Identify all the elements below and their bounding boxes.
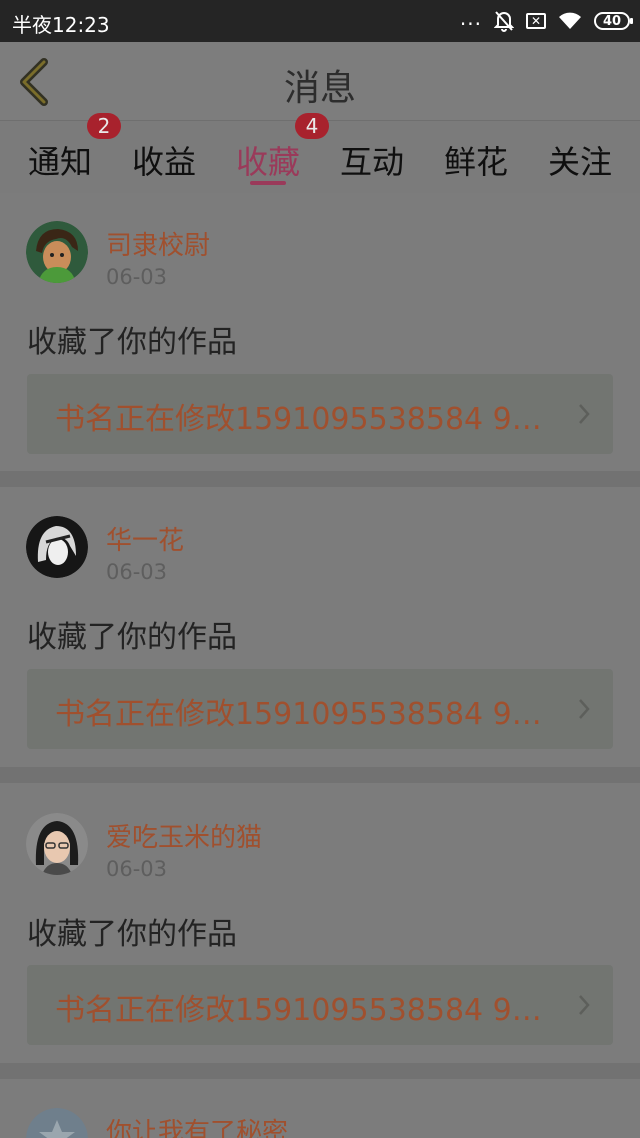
message-text: 收藏了你的作品: [27, 325, 237, 360]
username[interactable]: 华一花: [106, 520, 184, 557]
page-title: 消息: [283, 68, 356, 109]
status-time: 半夜12:23: [12, 13, 110, 37]
status-bar: 半夜12:23 ... ✕ 40: [0, 0, 640, 42]
message-date: 06-03: [106, 857, 168, 881]
divider: [0, 767, 640, 783]
chevron-right-icon: [579, 404, 590, 424]
divider: [0, 1063, 640, 1079]
message-card: 你让我有了秘密: [0, 1079, 640, 1138]
book-link[interactable]: 书名正在修改1591095538584 9…: [27, 965, 613, 1045]
tab-notifications[interactable]: 通知: [8, 137, 112, 183]
avatar[interactable]: [26, 516, 88, 578]
message-text: 收藏了你的作品: [27, 620, 237, 655]
tab-label: 收益: [131, 143, 196, 181]
book-link[interactable]: 书名正在修改1591095538584 9…: [27, 669, 613, 749]
message-date: 06-03: [106, 265, 168, 289]
tab-favorites[interactable]: 收藏: [216, 137, 320, 183]
tab-notifications-badge: 2: [87, 113, 121, 139]
more-dots-icon: ...: [459, 6, 482, 30]
book-title: 书名正在修改1591095538584 9…: [55, 697, 542, 732]
username[interactable]: 司隶校尉: [106, 225, 210, 262]
tab-follows[interactable]: 关注: [528, 137, 632, 183]
chevron-right-icon: [579, 699, 590, 719]
avatar[interactable]: [26, 813, 88, 875]
avatar[interactable]: [26, 221, 88, 283]
tab-bar: 通知 2 收益 收藏 4 互动 鲜花 关注: [0, 113, 640, 193]
message-date: 06-03: [106, 560, 168, 584]
username[interactable]: 你让我有了秘密: [106, 1112, 288, 1138]
status-icons: ... ✕ 40: [459, 0, 633, 42]
message-text: 收藏了你的作品: [27, 917, 237, 952]
active-tab-indicator: [250, 181, 286, 185]
chevron-right-icon: [579, 995, 590, 1015]
message-card: 司隶校尉 06-03 收藏了你的作品 书名正在修改1591095538584 9…: [0, 193, 640, 471]
sim-icon: ✕: [526, 13, 546, 29]
wifi-icon: [559, 12, 581, 29]
header: 消息: [0, 42, 640, 121]
tab-label: 收藏: [235, 143, 300, 181]
book-link[interactable]: 书名正在修改1591095538584 9…: [27, 374, 613, 454]
tab-label: 通知: [27, 143, 92, 181]
book-title: 书名正在修改1591095538584 9…: [55, 402, 542, 437]
message-card: 华一花 06-03 收藏了你的作品 书名正在修改1591095538584 9…: [0, 487, 640, 767]
tab-label: 鲜花: [443, 143, 508, 181]
tab-favorites-badge: 4: [295, 113, 329, 139]
message-card: 爱吃玉米的猫 06-03 收藏了你的作品 书名正在修改1591095538584…: [0, 783, 640, 1063]
book-title: 书名正在修改1591095538584 9…: [55, 993, 542, 1028]
username[interactable]: 爱吃玉米的猫: [106, 817, 262, 854]
divider: [0, 471, 640, 487]
bell-muted-icon: [494, 11, 514, 32]
tab-interactions[interactable]: 互动: [320, 137, 424, 183]
avatar[interactable]: [26, 1108, 88, 1138]
tab-label: 互动: [339, 143, 404, 181]
tab-earnings[interactable]: 收益: [112, 137, 216, 183]
battery-level: 40: [602, 13, 622, 29]
battery-icon: 40: [594, 12, 633, 30]
tab-label: 关注: [547, 143, 612, 181]
tab-flowers[interactable]: 鲜花: [424, 137, 528, 183]
